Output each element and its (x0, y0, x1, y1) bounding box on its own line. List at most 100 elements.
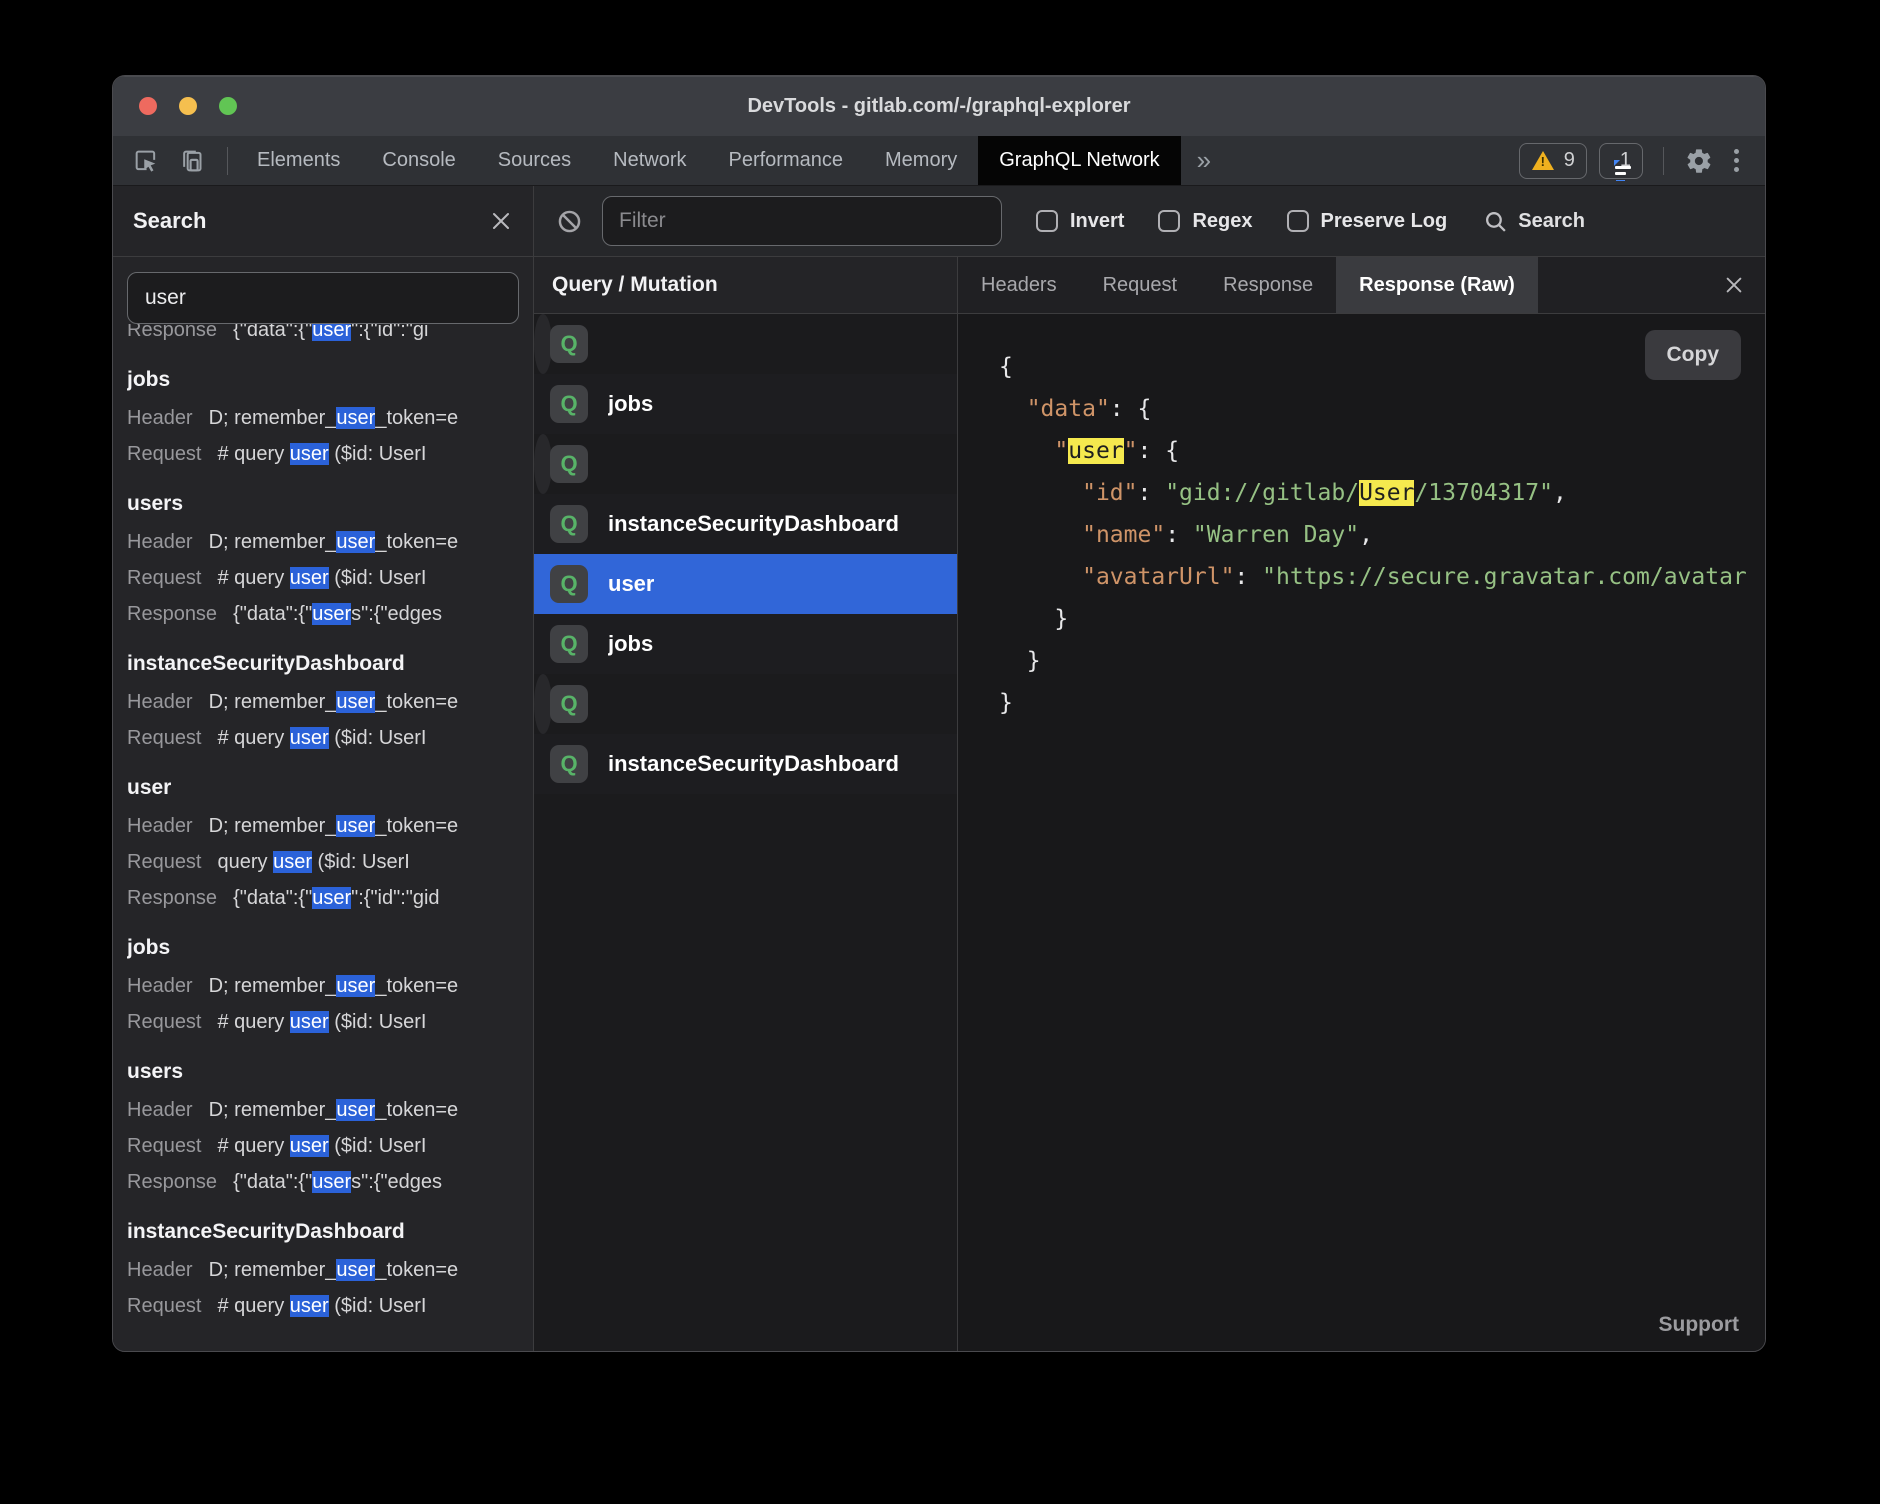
invert-checkbox-box (1036, 210, 1058, 232)
tab-network[interactable]: Network (592, 136, 707, 185)
tab-memory[interactable]: Memory (864, 136, 978, 185)
checkbox-preserve-log[interactable]: Preserve Log (1287, 210, 1448, 233)
result-row-label: Request (127, 727, 202, 749)
title-bar: DevTools - gitlab.com/-/graphql-explorer (113, 76, 1765, 136)
query-row-label: instanceSecurityDashboard (608, 511, 899, 537)
json-segment: , (1359, 522, 1373, 548)
detail-tab-response[interactable]: Response (1200, 257, 1336, 313)
inspect-element-icon[interactable] (131, 146, 161, 176)
query-row-jobs[interactable]: Qjobs (534, 374, 957, 434)
json-segment: "gid://gitlab/ (1165, 480, 1359, 506)
result-row[interactable]: Response{"data":{"users":{"edges (127, 1164, 533, 1200)
json-match-highlight: user (1068, 438, 1123, 464)
query-row-instancesecuritydashboard[interactable]: QinstanceSecurityDashboard (534, 734, 957, 794)
tab-graphql-network[interactable]: GraphQL Network (978, 136, 1180, 185)
support-link[interactable]: Support (1659, 1313, 1739, 1337)
devtools-tabs: ElementsConsoleSourcesNetworkPerformance… (236, 136, 1181, 185)
result-row[interactable]: HeaderD; remember_user_token=e (127, 684, 533, 720)
result-row[interactable]: HeaderD; remember_user_token=e (127, 968, 533, 1004)
result-text: {"data":{" (233, 324, 312, 341)
result-row[interactable]: Response{"data":{"users":{"edges (127, 596, 533, 632)
result-row[interactable]: Request# query user ($id: UserI (127, 720, 533, 756)
minimize-window-button[interactable] (179, 97, 197, 115)
warnings-badge[interactable]: ! 9 (1519, 143, 1587, 179)
tab-elements[interactable]: Elements (236, 136, 361, 185)
result-row[interactable]: Request# query user ($id: UserI (127, 1004, 533, 1040)
result-row-label: Request (127, 443, 202, 465)
result-text: ($id: UserI (329, 1135, 427, 1157)
filter-checkboxes: Invert Regex Preserve Log (1002, 210, 1447, 233)
match-highlight: user (312, 887, 351, 909)
json-segment: /13704317" (1414, 480, 1552, 506)
detail-tab-request[interactable]: Request (1080, 257, 1201, 313)
result-row[interactable]: HeaderD; remember_user_token=e (127, 1092, 533, 1128)
query-row-users[interactable]: Qusers (534, 674, 552, 734)
search-icon (1483, 209, 1508, 234)
network-area: InvertRegexPreserve Log Search Query / M… (534, 186, 1765, 1351)
json-segment: : { (1138, 438, 1180, 464)
result-row[interactable]: HeaderD; remember_user_token=e (127, 400, 533, 436)
query-mutation-panel: Query / Mutation QuserQjobsQusersQinstan… (534, 257, 958, 1351)
result-row[interactable]: Response{"data":{"user":{"id":"gi (127, 324, 533, 348)
json-segment: , (1553, 480, 1567, 506)
block-clear-icon[interactable] (554, 206, 584, 236)
device-toolbar-icon[interactable] (175, 146, 205, 176)
result-text: D; remember_ (209, 531, 337, 553)
settings-gear-icon[interactable] (1684, 146, 1714, 176)
result-row[interactable]: Requestquery user ($id: UserI (127, 844, 533, 880)
regex-checkbox-box (1158, 210, 1180, 232)
result-text: _token=e (375, 975, 458, 997)
close-search-icon[interactable] (489, 209, 513, 233)
result-text: # query (218, 567, 290, 589)
json-segment: } (999, 606, 1068, 632)
tab-console[interactable]: Console (361, 136, 476, 185)
query-row-user[interactable]: Quser (534, 314, 552, 374)
lower-panels: Query / Mutation QuserQjobsQusersQinstan… (534, 257, 1765, 1351)
json-segment (999, 564, 1082, 590)
kebab-menu-icon[interactable] (1726, 149, 1747, 172)
match-highlight: user (312, 324, 351, 341)
result-row[interactable]: Request# query user ($id: UserI (127, 560, 533, 596)
detail-tab-headers[interactable]: Headers (958, 257, 1080, 313)
query-row-instancesecuritydashboard[interactable]: QinstanceSecurityDashboard (534, 494, 957, 554)
query-type-badge: Q (550, 745, 588, 783)
result-row[interactable]: Request# query user ($id: UserI (127, 436, 533, 472)
search-control[interactable]: Search (1483, 209, 1585, 234)
search-input[interactable] (127, 272, 519, 324)
zoom-window-button[interactable] (219, 97, 237, 115)
result-row-label: Header (127, 975, 193, 997)
more-tabs-chevron-icon[interactable]: » (1181, 136, 1227, 185)
detail-tab-response-raw[interactable]: Response (Raw) (1336, 257, 1538, 313)
json-segment: } (999, 690, 1013, 716)
result-row[interactable]: HeaderD; remember_user_token=e (127, 808, 533, 844)
result-row[interactable]: HeaderD; remember_user_token=e (127, 1252, 533, 1288)
query-row-user-selected[interactable]: Quser (534, 554, 957, 614)
toolbar-divider (227, 147, 228, 175)
result-row[interactable]: Response{"data":{"user":{"id":"gid (127, 880, 533, 916)
filter-input[interactable] (602, 196, 1002, 246)
close-detail-icon[interactable] (1723, 257, 1765, 313)
copy-button[interactable]: Copy (1645, 330, 1742, 380)
json-segment: "Warren Day" (1193, 522, 1359, 548)
query-row-users[interactable]: Qusers (534, 434, 552, 494)
tab-performance[interactable]: Performance (708, 136, 865, 185)
result-row[interactable]: HeaderD; remember_user_token=e (127, 524, 533, 560)
result-text: D; remember_ (209, 1259, 337, 1281)
query-row-jobs[interactable]: Qjobs (534, 614, 957, 674)
json-segment: : { (1110, 396, 1152, 422)
match-highlight: user (273, 851, 312, 873)
issues-badge[interactable]: 1 (1599, 143, 1643, 179)
warning-icon: ! (1531, 150, 1555, 171)
result-row-label: Request (127, 851, 202, 873)
result-row[interactable]: Request# query user ($id: UserI (127, 1288, 533, 1324)
result-text: D; remember_ (209, 691, 337, 713)
result-text: # query (218, 1135, 290, 1157)
json-segment: : (1165, 522, 1193, 548)
tab-sources[interactable]: Sources (477, 136, 592, 185)
match-highlight: user (290, 567, 329, 589)
checkbox-invert[interactable]: Invert (1036, 210, 1124, 233)
result-row[interactable]: Request# query user ($id: UserI (127, 1128, 533, 1164)
close-window-button[interactable] (139, 97, 157, 115)
json-match-highlight: User (1359, 480, 1414, 506)
checkbox-regex[interactable]: Regex (1158, 210, 1252, 233)
